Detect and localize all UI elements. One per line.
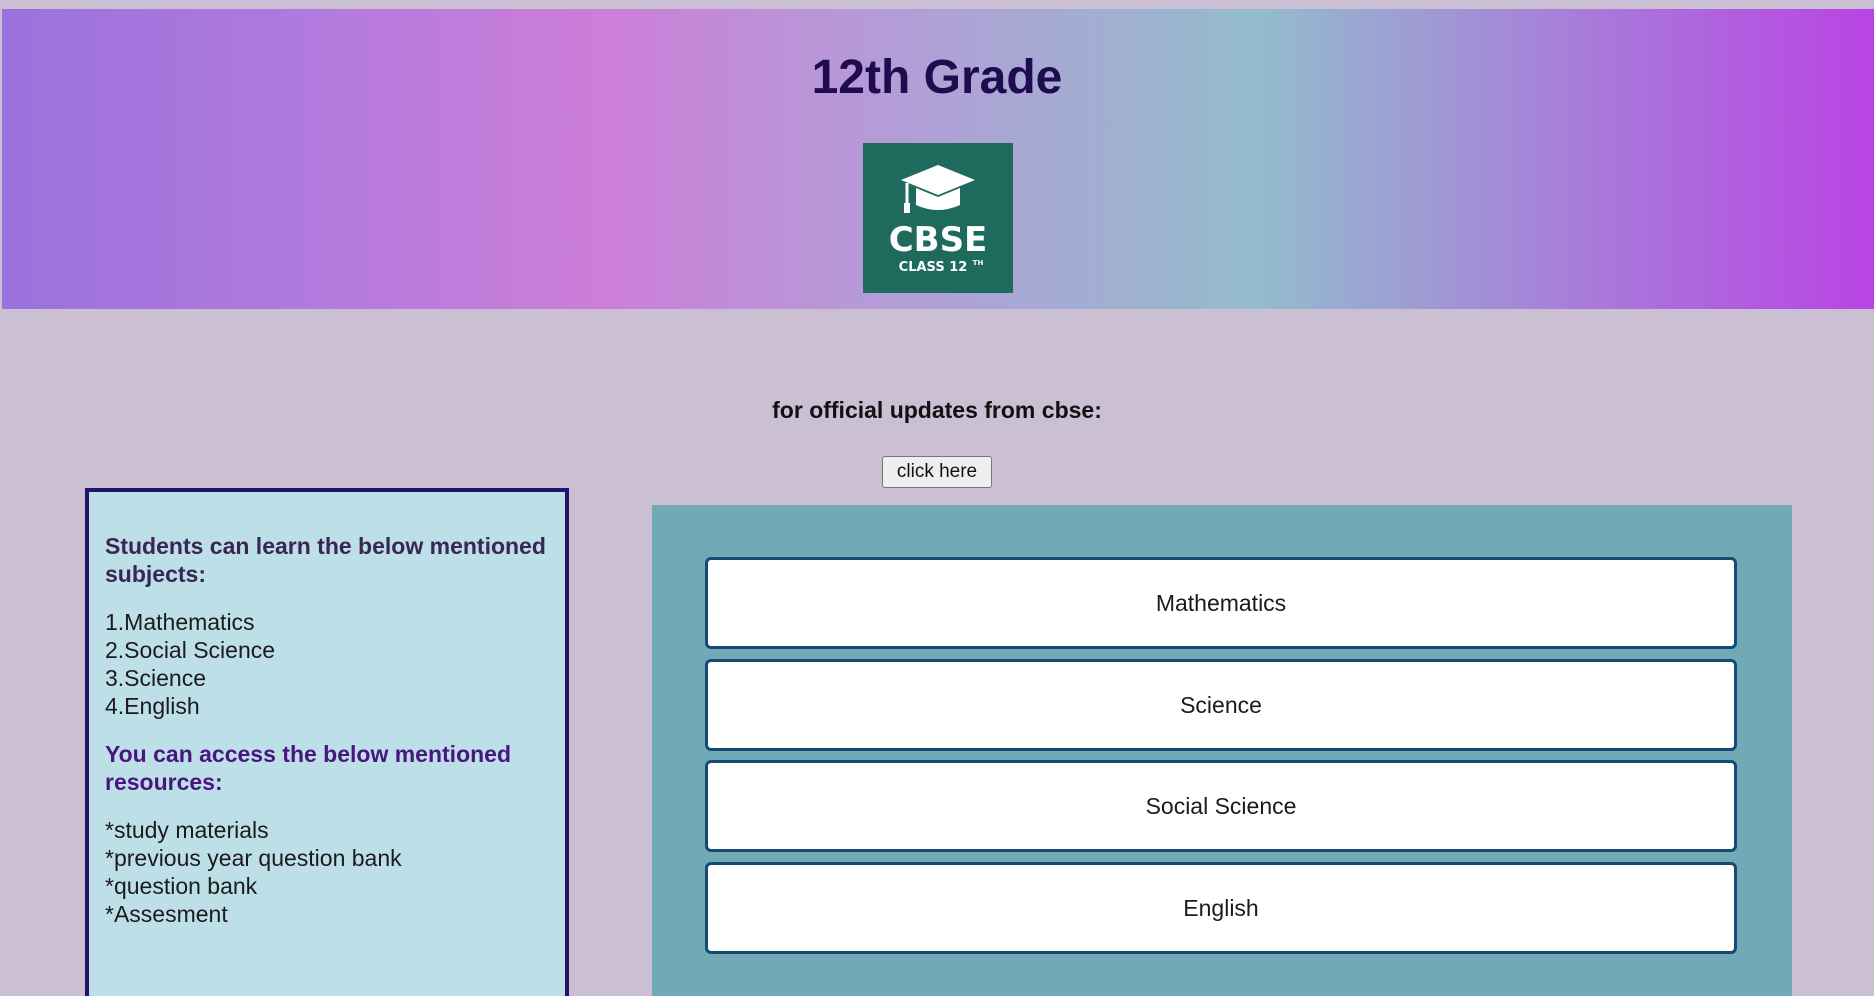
logo-text-sup: TH [973,259,984,267]
list-item: *study materials [105,817,269,843]
list-item: 1.Mathematics [105,609,255,635]
resources-list: *study materials *previous year question… [105,816,549,928]
page: 12th Grade CBSE CLASS 12 TH for official… [0,0,1874,996]
cbse-logo: CBSE CLASS 12 TH [863,143,1013,293]
subject-button-social-science[interactable]: Social Science [705,760,1737,852]
subject-button-mathematics[interactable]: Mathematics [705,557,1737,649]
official-updates-label: for official updates from cbse: [772,397,1102,423]
list-item: 2.Social Science [105,637,276,663]
info-box: Students can learn the below mentioned s… [85,488,569,996]
subjects-list: 1.Mathematics 2.Social Science 3.Science… [105,608,549,720]
cbse-logo-graphic: CBSE CLASS 12 TH [889,165,988,275]
logo-text-sub: CLASS 12 [899,260,968,275]
page-title: 12th Grade [811,51,1063,104]
subject-button-english[interactable]: English [705,862,1737,954]
subject-button-science[interactable]: Science [705,659,1737,751]
list-item: 4.English [105,693,200,719]
subjects-panel: Mathematics Science Social Science Engli… [652,505,1792,996]
click-here-button[interactable]: click here [882,456,992,488]
resources-heading: You can access the below mentioned resou… [105,741,512,795]
subjects-heading: Students can learn the below mentioned s… [105,533,546,587]
graduation-cap-icon [901,165,975,213]
list-item: 3.Science [105,665,207,691]
list-item: *previous year question bank [105,845,402,871]
list-item: *question bank [105,873,258,899]
logo-text-main: CBSE [889,220,988,260]
list-item: *Assesment [105,901,228,927]
